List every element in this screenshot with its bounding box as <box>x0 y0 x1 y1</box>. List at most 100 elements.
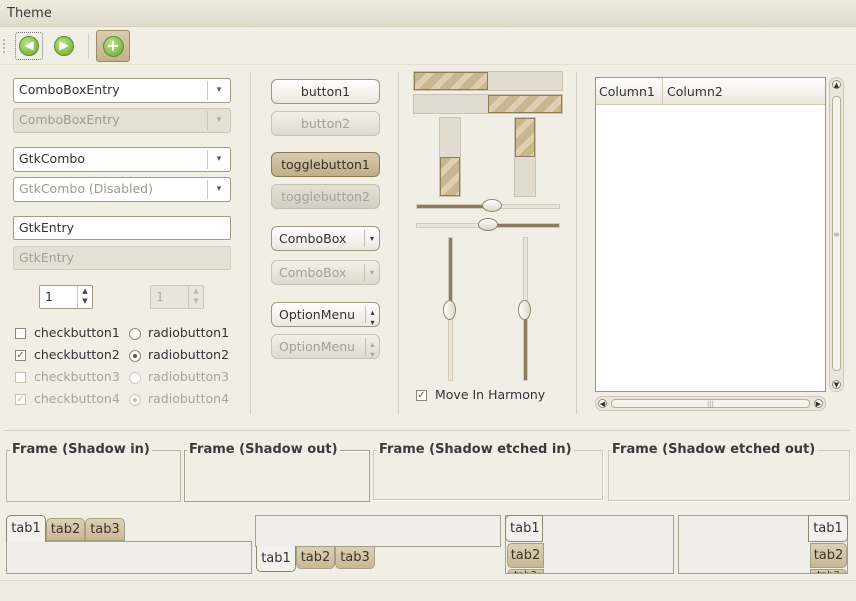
togglebutton1[interactable]: togglebutton1 <box>271 152 380 177</box>
frame-shadow-etched-in <box>373 450 603 500</box>
forward-arrow-icon: ▶ <box>54 36 74 56</box>
checkbox-3 <box>15 372 26 383</box>
notebook-4-tab-3[interactable]: tab3 <box>810 569 847 574</box>
checkbutton3-label: checkbutton3 <box>34 369 120 384</box>
progressbar-horizontal-2 <box>413 94 563 114</box>
notebook-1-tab-3[interactable]: tab3 <box>85 518 125 541</box>
chevron-down-icon[interactable]: ▾ <box>207 81 230 100</box>
frame-shadow-etched-in-label: Frame (Shadow etched in) <box>377 442 574 457</box>
hscale-2[interactable] <box>416 218 560 231</box>
spin-button-disabled: 1 ▲ ▼ <box>150 285 204 309</box>
updown-icon: ▴ ▾ <box>365 306 379 327</box>
notebook-1-tab-1[interactable]: tab1 <box>6 515 46 542</box>
scroll-thumb[interactable]: ≡ <box>832 96 841 371</box>
harmony-checkbox[interactable]: ✓ <box>416 390 427 401</box>
gtk-entry-disabled: GtkEntry <box>13 246 231 270</box>
notebook-2-tab-2[interactable]: tab2 <box>296 546 335 569</box>
add-button[interactable]: + <box>96 30 130 62</box>
hscale-handle[interactable] <box>482 199 502 212</box>
checkbox-1[interactable] <box>15 328 26 339</box>
progressbar-vertical-2 <box>514 117 536 197</box>
notebook-2-tab-3[interactable]: tab3 <box>335 546 375 569</box>
add-plus-icon: + <box>102 35 124 57</box>
progress-fill <box>414 72 488 90</box>
gtk-entry-disabled-text: GtkEntry <box>19 250 75 265</box>
checkbutton2-label: checkbutton2 <box>34 347 120 362</box>
chevron-down-icon: ▾ <box>207 111 230 130</box>
chevron-down-icon: ▾ <box>364 230 379 247</box>
gtk-combo[interactable]: GtkCombo ▾ <box>13 147 231 172</box>
togglebutton2: togglebutton2 <box>271 184 380 209</box>
gtk-combo-disabled: GtkCombo (Disabled) ▾ <box>13 177 231 202</box>
option-menu-disabled-text: OptionMenu <box>279 339 356 354</box>
updown-icon: ▴ ▾ <box>365 338 379 359</box>
progress-fill <box>488 95 562 113</box>
vscale-2[interactable] <box>518 237 531 381</box>
hscale-fill <box>417 205 491 208</box>
chevron-down-icon[interactable]: ▾ <box>207 150 230 169</box>
column2-header[interactable]: Column2 <box>663 78 825 104</box>
notebook-4-tab-1[interactable]: tab1 <box>808 515 848 542</box>
scroll-left-icon[interactable]: ◀ <box>598 399 607 408</box>
tree-header: Column1 Column2 <box>596 78 825 105</box>
notebook-2-tab-1[interactable]: tab1 <box>256 546 296 572</box>
horizontal-scrollbar[interactable]: ◀ ||| ▶ <box>595 396 826 411</box>
hscale-1[interactable] <box>416 199 560 212</box>
checkbutton1-label: checkbutton1 <box>34 325 120 340</box>
forward-button[interactable]: ▶ <box>50 32 78 60</box>
button1[interactable]: button1 <box>271 79 380 104</box>
progress-fill <box>440 157 460 196</box>
checkbox-4: ✓ <box>15 394 26 405</box>
column1-header[interactable]: Column1 <box>596 78 663 104</box>
combobox[interactable]: ComboBox ▾ <box>271 226 380 251</box>
chevron-down-icon: ▾ <box>364 264 379 281</box>
notebook-3-tab-3[interactable]: tab3 <box>507 569 544 574</box>
combobox-entry[interactable]: ComboBoxEntry ▾ <box>13 78 231 103</box>
notebook-4-tab-2[interactable]: tab2 <box>810 543 847 568</box>
option-menu-disabled: OptionMenu ▴ ▾ <box>271 334 380 359</box>
vscale-1[interactable] <box>443 237 456 381</box>
combobox-text: ComboBox <box>279 231 347 246</box>
scroll-up-icon[interactable]: ▲ <box>832 80 841 89</box>
toolbar: ◀ ▶ + <box>0 27 856 65</box>
gtk-combo-text: GtkCombo <box>19 151 85 166</box>
frame-shadow-in <box>6 450 181 502</box>
progressbar-horizontal-1 <box>413 71 563 91</box>
combobox-disabled: ComboBox ▾ <box>271 260 380 285</box>
status-bar <box>0 580 856 601</box>
back-button[interactable]: ◀ <box>15 32 43 60</box>
progressbar-vertical-1 <box>439 117 461 197</box>
progress-fill <box>515 118 535 157</box>
spin-arrows-icon[interactable]: ▲ ▼ <box>77 286 92 308</box>
vscale-handle[interactable] <box>443 300 456 320</box>
vscale-handle[interactable] <box>518 300 531 320</box>
combobox-entry-text: ComboBoxEntry <box>19 82 120 97</box>
radio-1[interactable] <box>129 328 141 340</box>
checkbutton4-label: checkbutton4 <box>34 391 120 406</box>
notebook-3-tab-1[interactable]: tab1 <box>505 515 543 542</box>
scroll-right-icon[interactable]: ▶ <box>814 399 823 408</box>
checkbox-2[interactable]: ✓ <box>15 350 26 361</box>
notebook-1-tab-2[interactable]: tab2 <box>46 518 85 541</box>
option-menu[interactable]: OptionMenu ▴ ▾ <box>271 302 380 327</box>
hscale-handle[interactable] <box>478 218 498 231</box>
column-separator <box>250 72 251 414</box>
spin-arrows-icon: ▲ ▼ <box>188 286 203 308</box>
gtk-combo-disabled-text: GtkCombo (Disabled) <box>19 181 153 196</box>
notebook-2-pane <box>255 515 501 547</box>
option-menu-text: OptionMenu <box>279 307 356 322</box>
scroll-down-icon[interactable]: ▼ <box>832 380 841 389</box>
horizontal-separator <box>4 430 850 431</box>
frame-shadow-out-label: Frame (Shadow out) <box>187 442 340 457</box>
spin-button[interactable]: 1 ▲ ▼ <box>39 285 93 309</box>
tree-view[interactable]: Column1 Column2 <box>595 77 826 392</box>
scroll-thumb[interactable]: ||| <box>611 399 810 408</box>
vertical-scrollbar[interactable]: ▲ ≡ ▼ <box>829 77 844 392</box>
radio-2[interactable] <box>129 350 141 362</box>
radio-4 <box>129 394 141 406</box>
column-separator <box>398 72 399 414</box>
notebook-3-tab-2[interactable]: tab2 <box>507 543 544 568</box>
radiobutton2-label: radiobutton2 <box>148 347 230 362</box>
toolbar-grip[interactable] <box>3 39 6 53</box>
gtk-entry[interactable]: GtkEntry <box>13 216 231 240</box>
